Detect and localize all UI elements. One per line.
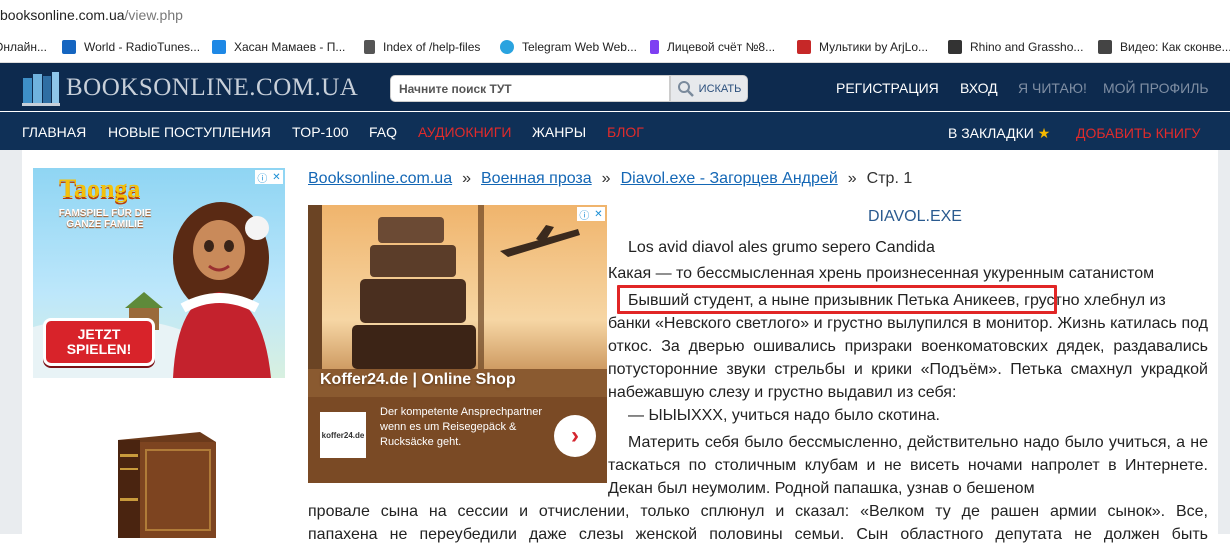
ad-left-subtitle: FAMSPIEL FÜR DIE GANZE FAMILIE (58, 208, 152, 230)
bookmark-label: Index of /help-files (383, 40, 481, 54)
nav-new[interactable]: НОВЫЕ ПОСТУПЛЕНИЯ (108, 124, 271, 140)
bookmark-index[interactable]: Index of /help-files (364, 32, 480, 62)
close-icon: ✕ (272, 171, 281, 183)
highlight-annotation (617, 285, 1057, 314)
info-icon: ⓘ (257, 173, 268, 185)
address-bar[interactable]: booksonline.com.ua/view.php (0, 0, 1230, 32)
bookmark-label: Telegram Web Web... (522, 40, 637, 54)
smile-icon (212, 40, 226, 54)
arj-icon (797, 40, 811, 54)
search-input[interactable] (391, 76, 669, 101)
register-link[interactable]: РЕГИСТРАЦИЯ (836, 80, 939, 96)
nav-home[interactable]: ГЛАВНАЯ (22, 124, 86, 140)
text-line: Какая — то бессмысленная хрень произнесе… (608, 265, 1155, 282)
books-logo-icon (22, 72, 60, 106)
book-title: DIAVOL.EXE (868, 208, 962, 225)
bookmark-rhino[interactable]: Rhino and Grassho... (948, 32, 1083, 62)
adchoices-icon[interactable]: ⓘ ✕ (255, 170, 283, 185)
star-icon: ★ (1037, 125, 1051, 141)
ad-banner-middle[interactable]: Koffer24.de | Online Shop koffer24.de De… (308, 205, 607, 483)
bookmarks-bar: Онлайн... World - RadioTunes... Хасан Ма… (0, 32, 1230, 63)
nav-blog[interactable]: БЛОГ (607, 124, 644, 140)
chevron-right-icon[interactable]: › (554, 415, 596, 457)
bookmark-hasan[interactable]: Хасан Мамаев - П... (212, 32, 345, 62)
breadcrumb-page: Стр. 1 (866, 170, 913, 187)
bookmark-account[interactable]: Лицевой счёт №8... (650, 32, 775, 62)
paragraph: Материть себя было бессмысленно, действи… (608, 434, 1208, 497)
breadcrumb-separator: » (601, 170, 611, 187)
nav-faq[interactable]: FAQ (369, 124, 397, 140)
ad-banner-left[interactable]: Taonga FAMSPIEL FÜR DIE GANZE FAMILIE JE… (33, 168, 285, 378)
nav-genres[interactable]: ЖАНРЫ (532, 124, 586, 140)
video-icon (1098, 40, 1112, 54)
bookmark-label: Хасан Мамаев - П... (234, 40, 346, 54)
login-link[interactable]: ВХОД (960, 80, 998, 96)
bookmark-label: Видео: Как сконве... (1120, 40, 1230, 54)
url-path: /view.php (124, 7, 183, 23)
radiotunes-icon (62, 40, 76, 54)
nav-bookmarks-label: В ЗАКЛАДКИ (948, 125, 1034, 141)
paragraph: банки «Невского светлого» и грустно вылу… (608, 315, 1208, 401)
bookmark-label: Rhino and Grassho... (970, 40, 1084, 54)
info-icon: ⓘ (579, 210, 590, 222)
bookmark-radiotunes[interactable]: World - RadioTunes... (62, 32, 200, 62)
paragraph: провале сына на сессии и отчислении, тол… (308, 503, 1208, 520)
url-host: booksonline.com.ua (0, 7, 125, 23)
ad-play-button[interactable]: JETZT SPIELEN! (43, 318, 155, 366)
magnifier-icon (677, 80, 694, 97)
close-icon: ✕ (594, 208, 603, 220)
bookmark-label: Лицевой счёт №8... (667, 40, 776, 54)
breadcrumb-book[interactable]: Diavol.exe - Загорцев Андрей (621, 170, 838, 187)
ad-mid-image-overlay (308, 205, 607, 397)
search-button-label: ИСКАТЬ (698, 82, 742, 95)
bookmark-icon (650, 40, 659, 54)
ad-mid-headline[interactable]: Koffer24.de | Online Shop (320, 371, 516, 389)
paragraph: папахена не переубедили даже слезы женск… (308, 526, 1208, 543)
breadcrumb-category[interactable]: Военная проза (481, 170, 592, 187)
nav-audiobooks[interactable]: АУДИОКНИГИ (418, 124, 511, 140)
epigraph: Los avid diavol ales grumo sepero Candid… (628, 239, 935, 256)
search-button[interactable]: ИСКАТЬ (670, 75, 748, 102)
breadcrumb-separator: » (847, 170, 857, 187)
ad-left-title: Taonga (59, 174, 141, 203)
koffer-logo: koffer24.de (320, 412, 366, 458)
ad-character-image (173, 202, 271, 378)
search-box (390, 75, 670, 102)
url-text[interactable]: booksonline.com.ua/view.php (0, 7, 183, 23)
nav-top100[interactable]: TOP-100 (292, 124, 349, 140)
bookmark-video[interactable]: Видео: Как сконве... (1098, 32, 1230, 62)
nav-bookmarks[interactable]: В ЗАКЛАДКИ ★ (948, 125, 1050, 142)
site-logo[interactable]: BOOKSONLINE.COM.UA (22, 70, 358, 106)
bookmark-online[interactable]: Онлайн... (0, 32, 47, 62)
ad-mid-description: Der kompetente Ansprechpartner wenn es u… (380, 406, 543, 448)
nav-add-book[interactable]: ДОБАВИТЬ КНИГУ (1076, 125, 1200, 141)
file-icon (364, 40, 375, 54)
telegram-icon (500, 40, 514, 54)
book-cover-image[interactable] (108, 428, 216, 538)
breadcrumb-separator: » (462, 170, 471, 187)
rhino-icon (948, 40, 962, 54)
reading-link[interactable]: Я ЧИТАЮ! (1018, 80, 1087, 96)
breadcrumb-home[interactable]: Booksonline.com.ua (308, 170, 452, 187)
bookmark-telegram[interactable]: Telegram Web Web... (500, 32, 637, 62)
quote-line: — ЫЫЫХХХ, учиться надо было скотина. (628, 407, 940, 424)
breadcrumb: Booksonline.com.ua » Военная проза » Diavol.… (308, 170, 912, 188)
logo-text: BOOKSONLINE.COM.UA (66, 74, 359, 101)
bookmark-label: Онлайн... (0, 40, 47, 54)
bookmark-cartoons[interactable]: Мультики by ArjLo... (797, 32, 928, 62)
bookmark-label: Мультики by ArjLo... (819, 40, 929, 54)
bookmark-label: World - RadioTunes... (84, 40, 201, 54)
adchoices-icon[interactable]: ⓘ ✕ (577, 207, 605, 222)
profile-link[interactable]: МОЙ ПРОФИЛЬ (1103, 80, 1209, 96)
